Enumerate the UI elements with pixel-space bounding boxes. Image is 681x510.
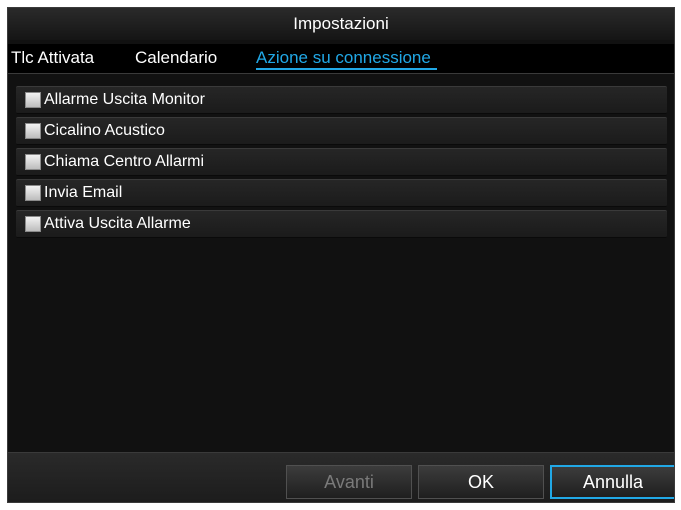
- button-bar: Avanti OK Annulla: [8, 452, 674, 502]
- ok-button[interactable]: OK: [418, 465, 544, 499]
- checkbox[interactable]: [25, 216, 41, 232]
- item-label: Attiva Uscita Allarme: [44, 215, 191, 232]
- item-label: Allarme Uscita Monitor: [44, 91, 205, 108]
- checkbox[interactable]: [25, 92, 41, 108]
- list-item-cicalino-acustico[interactable]: Cicalino Acustico: [16, 117, 667, 145]
- item-label: Chiama Centro Allarmi: [44, 153, 205, 170]
- tab-azione-su-connessione[interactable]: Azione su connessione: [256, 48, 437, 70]
- next-button[interactable]: Avanti: [286, 465, 412, 499]
- tab-tlc-attivata[interactable]: Tlc Attivata: [11, 48, 94, 68]
- checkbox[interactable]: [25, 154, 41, 170]
- list-item-chiama-centro-allarmi[interactable]: Chiama Centro Allarmi: [16, 148, 667, 176]
- settings-dialog: Impostazioni Tlc Attivata Calendario Azi…: [7, 7, 675, 503]
- checkbox[interactable]: [25, 123, 41, 139]
- list-item-allarme-uscita-monitor[interactable]: Allarme Uscita Monitor: [16, 86, 667, 114]
- list-item-invia-email[interactable]: Invia Email: [16, 179, 667, 207]
- item-label: Cicalino Acustico: [44, 122, 165, 139]
- list-item-attiva-uscita-allarme[interactable]: Attiva Uscita Allarme: [16, 210, 667, 238]
- action-list: Allarme Uscita Monitor Cicalino Acustico…: [8, 76, 674, 466]
- checkbox[interactable]: [25, 185, 41, 201]
- dialog-title: Impostazioni: [8, 8, 674, 40]
- item-label: Invia Email: [44, 184, 123, 201]
- cancel-button[interactable]: Annulla: [550, 465, 674, 499]
- tab-calendario[interactable]: Calendario: [135, 48, 217, 68]
- tab-bar: Tlc Attivata Calendario Azione su connes…: [8, 44, 674, 74]
